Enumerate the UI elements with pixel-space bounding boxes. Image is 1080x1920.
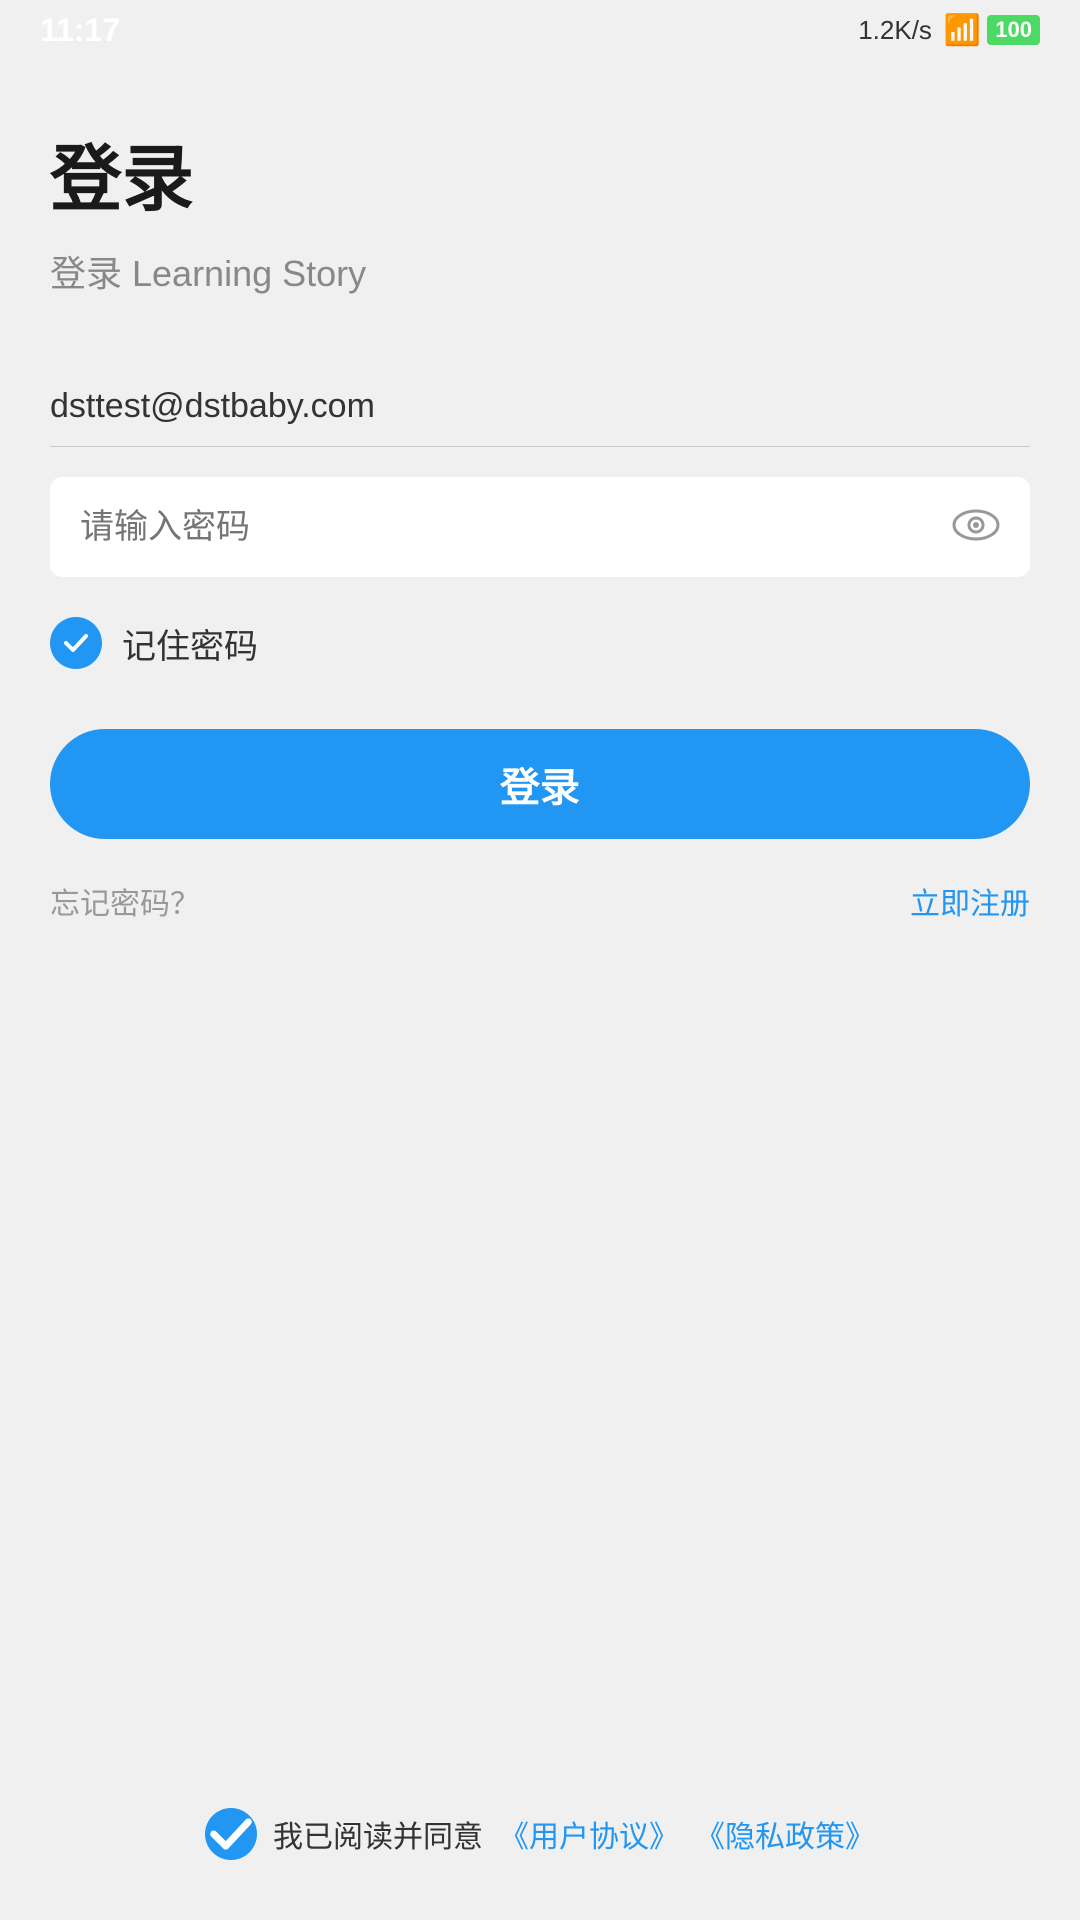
eye-icon bbox=[952, 507, 1000, 548]
terms-prefix: 我已阅读并同意 bbox=[273, 1812, 483, 1856]
register-link[interactable]: 立即注册 bbox=[910, 879, 1030, 923]
status-right: 1.2K/s 📶 100 bbox=[858, 13, 1040, 48]
signal-icons: 📶 100 bbox=[944, 13, 1040, 48]
network-speed: 1.2K/s bbox=[858, 15, 932, 46]
user-agreement-link[interactable]: 《用户协议》 bbox=[499, 1812, 679, 1856]
password-field-container bbox=[50, 477, 1030, 577]
password-toggle-button[interactable] bbox=[952, 507, 1000, 548]
password-field[interactable] bbox=[80, 477, 952, 577]
remember-checkbox[interactable] bbox=[50, 617, 102, 669]
remember-label: 记住密码 bbox=[122, 619, 258, 668]
remember-password-row: 记住密码 bbox=[50, 617, 1030, 669]
page-subtitle: 登录 Learning Story bbox=[50, 245, 1030, 297]
page-title: 登录 bbox=[50, 120, 1030, 225]
terms-checkbox[interactable] bbox=[205, 1808, 257, 1860]
status-bar: 11:17 1.2K/s 📶 100 bbox=[0, 0, 1080, 60]
main-content: 登录 登录 Learning Story 记住密码 登录 bbox=[0, 60, 1080, 923]
bottom-terms: 我已阅读并同意 《用户协议》 《隐私政策》 bbox=[0, 1808, 1080, 1860]
login-button-text: 登录 bbox=[500, 755, 580, 813]
battery-icon: 100 bbox=[987, 15, 1040, 45]
email-field-container bbox=[50, 367, 1030, 447]
wifi-icon: 📶 bbox=[944, 13, 981, 48]
forgot-password-link[interactable]: 忘记密码？ bbox=[50, 879, 200, 923]
privacy-policy-link[interactable]: 《隐私政策》 bbox=[695, 1812, 875, 1856]
login-button[interactable]: 登录 bbox=[50, 729, 1030, 839]
status-time: 11:17 bbox=[40, 12, 120, 49]
email-field[interactable] bbox=[50, 377, 1030, 436]
links-row: 忘记密码？ 立即注册 bbox=[50, 879, 1030, 923]
